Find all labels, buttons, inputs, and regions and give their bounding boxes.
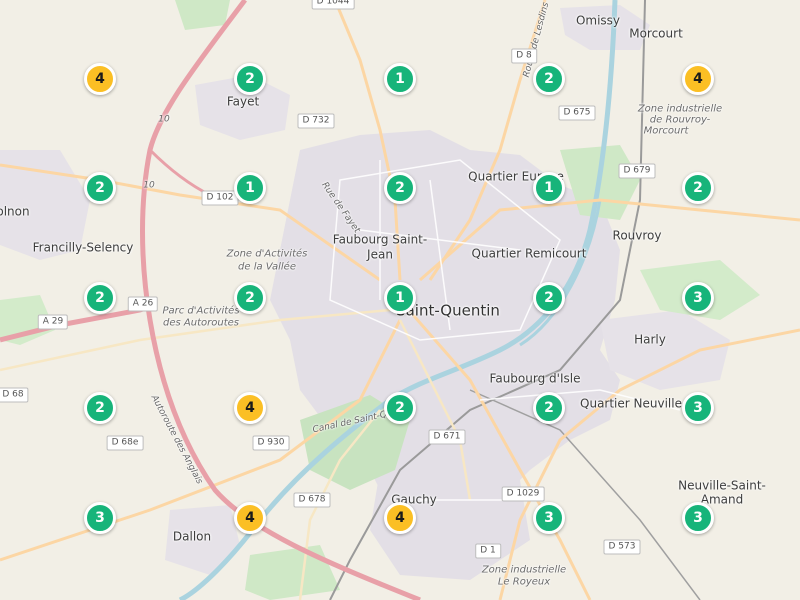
marker-cluster[interactable]: 3	[682, 392, 714, 424]
marker-cluster[interactable]: 2	[84, 282, 116, 314]
road-shield: D 732	[297, 113, 335, 129]
marker-cluster[interactable]: 4	[682, 63, 714, 95]
zone-label: Zone d'Activités	[226, 248, 308, 260]
marker-cluster[interactable]: 2	[84, 392, 116, 424]
marker-cluster[interactable]: 4	[84, 63, 116, 95]
marker-cluster[interactable]: 2	[234, 282, 266, 314]
road-shield: A 26	[127, 296, 159, 312]
place-label: Dallon	[172, 529, 212, 544]
place-label: Faubourg Saint-	[332, 232, 428, 247]
road-label: 10	[158, 114, 170, 125]
place-label: Omissy	[575, 13, 621, 28]
marker-cluster[interactable]: 2	[234, 63, 266, 95]
place-label: Quartier Neuville	[580, 396, 682, 411]
road-shield: D 930	[252, 435, 290, 451]
marker-cluster[interactable]: 1	[384, 63, 416, 95]
place-label: Faubourg d'Isle	[489, 371, 581, 386]
zone-label: Le Royeux	[497, 576, 551, 588]
road-shield: D 671	[428, 429, 466, 445]
place-label: Harly	[634, 332, 666, 347]
road-shield: D 8	[511, 48, 537, 64]
zone-label: Morcourt	[643, 125, 689, 137]
marker-cluster[interactable]: 2	[533, 282, 565, 314]
marker-cluster[interactable]: 3	[533, 502, 565, 534]
place-label: Morcourt	[629, 26, 683, 41]
marker-cluster[interactable]: 4	[384, 502, 416, 534]
place-label: Fayet	[226, 94, 260, 109]
road-shield: D 68	[0, 387, 29, 403]
place-label: Francilly-Selency	[32, 240, 134, 255]
place-label: Rouvroy	[612, 228, 662, 243]
marker-cluster[interactable]: 2	[384, 172, 416, 204]
road-shield: D 1044	[311, 0, 355, 10]
road-shield: D 675	[558, 105, 596, 121]
place-label: Neuville-Saint-	[678, 478, 766, 493]
marker-cluster[interactable]: 3	[682, 502, 714, 534]
marker-cluster[interactable]: 1	[533, 172, 565, 204]
place-label: Quartier Remicourt	[471, 246, 587, 261]
marker-cluster[interactable]: 2	[533, 392, 565, 424]
marker-cluster[interactable]: 1	[234, 172, 266, 204]
road-shield: D 679	[618, 163, 656, 179]
marker-cluster[interactable]: 4	[234, 392, 266, 424]
marker-cluster[interactable]: 1	[384, 282, 416, 314]
zone-label: de la Vallée	[238, 261, 296, 273]
marker-cluster[interactable]: 2	[384, 392, 416, 424]
marker-cluster[interactable]: 4	[234, 502, 266, 534]
map-view[interactable]: Omissy Morcourt Fayet Zone industrielle de R…	[0, 0, 800, 600]
road-shield: D 1029	[501, 486, 545, 502]
road-shield: D 68e	[106, 435, 144, 451]
place-label: Jean	[367, 247, 393, 262]
zone-label: des Autoroutes	[163, 317, 239, 329]
marker-cluster[interactable]: 3	[682, 282, 714, 314]
road-shield: D 573	[603, 539, 641, 555]
road-label: 10	[143, 180, 155, 191]
road-shield: D 678	[293, 492, 331, 508]
road-shield: D 102	[201, 190, 239, 206]
marker-cluster[interactable]: 2	[84, 172, 116, 204]
place-label: olnon	[0, 204, 30, 219]
road-shield: A 29	[37, 314, 69, 330]
marker-cluster[interactable]: 2	[682, 172, 714, 204]
road-shield: D 1	[475, 543, 501, 559]
marker-cluster[interactable]: 2	[533, 63, 565, 95]
marker-cluster[interactable]: 3	[84, 502, 116, 534]
